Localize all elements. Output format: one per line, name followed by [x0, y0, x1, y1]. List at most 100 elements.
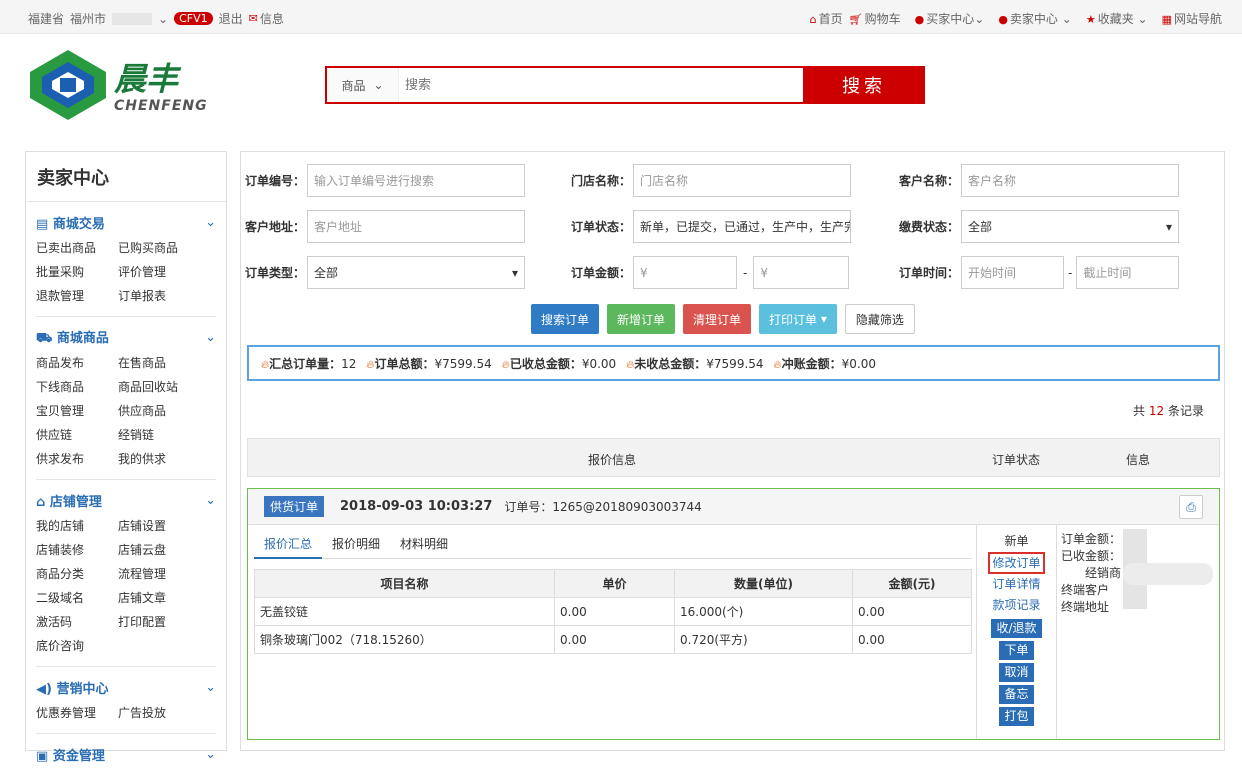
store-input[interactable]: 门店名称 [633, 164, 851, 197]
search-button[interactable]: 搜索 [803, 66, 925, 104]
pack-button[interactable]: 打包 [999, 707, 1034, 726]
summary-bar: 🔥︎汇总订单量：12 🔥︎订单总额：¥7599.54 🔥︎已收总金额：¥0.00… [247, 345, 1220, 381]
sidebar-item[interactable]: 激活码 [36, 610, 118, 634]
amount-max-input[interactable]: ¥ [753, 256, 850, 289]
sidebar-item[interactable]: 打印配置 [118, 610, 200, 634]
table-row: 无盖铰链 0.00 16.000(个) 0.00 [254, 597, 972, 626]
sidebar-item[interactable]: 供求发布 [36, 447, 118, 471]
place-order-button[interactable]: 下单 [999, 641, 1034, 660]
edit-order-link[interactable]: 修改订单 [988, 552, 1045, 574]
message-link[interactable]: 信息 [260, 10, 284, 27]
sidebar-item[interactable]: 供应链 [36, 423, 118, 447]
sidebar-item[interactable]: 店铺文章 [118, 586, 200, 610]
count-pre: 共 [1133, 404, 1146, 418]
province[interactable]: 福建省 [28, 10, 64, 27]
chevron-down-icon[interactable]: ⌄ [158, 12, 168, 26]
group-title: 店铺管理 [49, 494, 102, 510]
amount-min-input[interactable]: ¥ [633, 256, 737, 289]
address-input[interactable]: 客户地址 [307, 210, 525, 243]
nav-cart[interactable]: 🛒︎ 购物车 [849, 10, 901, 27]
summary-label: 已收总金额： [509, 356, 582, 371]
city[interactable]: 福州市 [70, 10, 106, 27]
nav-sitemap[interactable]: ▦ 网站导航 [1162, 10, 1222, 27]
sidebar-item[interactable]: 店铺设置 [118, 514, 200, 538]
user-icon: ● [914, 13, 925, 26]
tab-quote-summary[interactable]: 报价汇总 [254, 533, 323, 559]
sidebar-item[interactable]: 商品分类 [36, 562, 118, 586]
sidebar-item[interactable]: 已卖出商品 [36, 236, 118, 260]
sidebar-item[interactable]: 评价管理 [118, 260, 200, 284]
time-start-input[interactable]: 开始时间 [961, 256, 1064, 289]
sidebar-item[interactable]: 宝贝管理 [36, 399, 118, 423]
status-multiselect[interactable]: 新单，已提交，已通过，生产中，生产完 [633, 210, 851, 243]
group-header[interactable]: ▤ 商城交易 ⌄ [36, 202, 216, 236]
sidebar-title: 卖家中心 [26, 152, 226, 202]
group-header[interactable]: ⌂ 店铺管理 ⌄ [36, 480, 216, 514]
caret-down-icon: ▾ [511, 265, 518, 280]
sidebar-item[interactable]: 在售商品 [118, 351, 200, 375]
group-header[interactable]: ⛟ 商城商品 ⌄ [36, 317, 216, 351]
sidebar-item[interactable]: 已购买商品 [118, 236, 200, 260]
sidebar-item[interactable]: 退款管理 [36, 284, 118, 308]
type-select[interactable]: 全部 ▾ [307, 256, 525, 289]
sidebar-item[interactable]: 我的供求 [118, 447, 200, 471]
tab-quote-detail[interactable]: 报价明细 [322, 533, 390, 559]
sidebar-item[interactable]: 下线商品 [36, 375, 118, 399]
sidebar-item[interactable]: 商品发布 [36, 351, 118, 375]
time-end-input[interactable]: 截止时间 [1076, 256, 1180, 289]
logout-link[interactable]: 退出 [219, 10, 243, 27]
print-order-label: 打印订单 [769, 312, 818, 327]
customer-input[interactable]: 客户名称 [961, 164, 1179, 197]
add-order-button[interactable]: 新增订单 [607, 304, 676, 334]
memo-button[interactable]: 备忘 [999, 685, 1034, 704]
count-post: 条记录 [1167, 404, 1204, 418]
col-amount: 金额(元) [852, 569, 972, 598]
cell: 16.000(个) [674, 597, 853, 626]
print-icon[interactable]: ⎙ [1179, 495, 1203, 519]
sidebar-item[interactable]: 订单报表 [118, 284, 200, 308]
sidebar-item[interactable]: 店铺云盘 [118, 538, 200, 562]
group-header[interactable]: ◀) 营销中心 ⌄ [36, 667, 216, 701]
clear-order-button[interactable]: 清理订单 [683, 304, 752, 334]
logo[interactable]: 晨丰 CHENFENG [26, 48, 226, 122]
sidebar-item[interactable]: 供应商品 [118, 399, 200, 423]
payment-record-link[interactable]: 款项记录 [992, 595, 1040, 616]
order-actions: 新单 修改订单 订单详情 款项记录 收/退款 下单 取消 备忘 打包 [976, 525, 1056, 739]
privacy-mask [1123, 563, 1213, 585]
star-icon: ★ [1085, 13, 1096, 26]
sidebar-item[interactable]: 我的店铺 [36, 514, 118, 538]
order-detail-link[interactable]: 订单详情 [992, 574, 1040, 595]
sidebar-item[interactable]: 底价咨询 [36, 634, 118, 658]
sidebar-item[interactable]: 经销链 [118, 423, 200, 447]
type-label: 订单类型： [244, 266, 305, 280]
group-header[interactable]: ▣ 资金管理 ⌄ [36, 734, 216, 768]
search-category-select[interactable]: 商品 ⌄ [327, 68, 399, 102]
col-quantity: 数量(单位) [674, 569, 853, 598]
group-title: 商城交易 [52, 216, 105, 232]
sidebar-item[interactable]: 二级域名 [36, 586, 118, 610]
tab-material-detail[interactable]: 材料明细 [390, 533, 458, 559]
sidebar-item[interactable]: 店铺装修 [36, 538, 118, 562]
hide-filter-button[interactable]: 隐藏筛选 [844, 304, 915, 334]
order-no-input[interactable]: 输入订单编号进行搜索 [307, 164, 525, 197]
sidebar-item[interactable]: 批量采购 [36, 260, 118, 284]
nav-buyer[interactable]: ● 买家中心⌄ [915, 10, 985, 27]
flame-icon: 🔥︎ [773, 357, 782, 371]
search-input[interactable] [399, 68, 803, 102]
sidebar-item[interactable]: 流程管理 [118, 562, 200, 586]
nav-seller[interactable]: ● 卖家中心 ⌄ [998, 10, 1072, 27]
print-order-button[interactable]: 打印订单 ▾ [759, 304, 837, 334]
group-title: 营销中心 [56, 681, 109, 697]
nav-favorites[interactable]: ★ 收藏夹 ⌄ [1086, 10, 1148, 27]
collect-refund-button[interactable]: 收/退款 [991, 619, 1042, 638]
sidebar-item[interactable]: 优惠券管理 [36, 701, 118, 725]
nav-home[interactable]: ⌂ 首页 [810, 10, 843, 27]
pay-select[interactable]: 全部 ▾ [961, 210, 1179, 243]
cancel-button[interactable]: 取消 [999, 663, 1034, 682]
sidebar-item[interactable]: 广告投放 [118, 701, 200, 725]
col-unit-price: 单价 [554, 569, 675, 598]
sidebar-item[interactable]: 商品回收站 [118, 375, 200, 399]
list-header: 报价信息 订单状态 信息 [247, 438, 1220, 477]
search-order-button[interactable]: 搜索订单 [531, 304, 600, 334]
table-row: 铜条玻璃门002（718.15260） 0.00 0.720(平方) 0.00 [254, 625, 972, 654]
